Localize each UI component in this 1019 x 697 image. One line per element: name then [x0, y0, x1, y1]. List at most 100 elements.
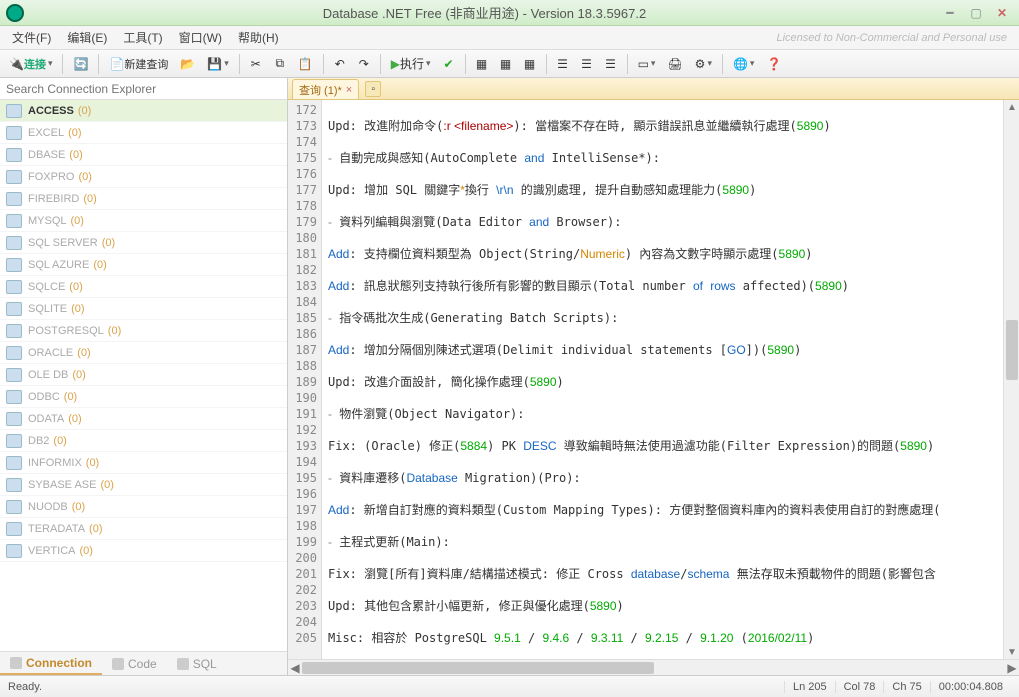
help-icon: ❓: [766, 57, 781, 71]
close-tab-icon[interactable]: ×: [346, 84, 352, 96]
sql-icon: [177, 658, 189, 670]
connection-list: ACCESS(0)EXCEL(0)DBASE(0)FOXPRO(0)FIREBI…: [0, 100, 287, 651]
globe-icon: 🌐: [733, 57, 748, 71]
cut-button[interactable]: ✂: [245, 53, 267, 75]
redo-button[interactable]: ↷: [353, 53, 375, 75]
close-button[interactable]: ✕: [991, 4, 1013, 22]
vertical-scrollbar[interactable]: ▲ ▼: [1003, 100, 1019, 659]
horizontal-scrollbar[interactable]: ◀ ▶: [288, 659, 1019, 675]
scroll-thumb[interactable]: [1006, 320, 1018, 380]
editor-tab-query1[interactable]: 查询 (1)*×: [292, 79, 359, 99]
open-button[interactable]: 📂: [175, 53, 200, 75]
undo-button[interactable]: ↶: [329, 53, 351, 75]
editor-pane: 查询 (1)*× ▫ 172 173 174 175 176 177 178 1…: [288, 78, 1019, 675]
connection-item-dbase[interactable]: DBASE(0): [0, 144, 287, 166]
menu-window[interactable]: 窗口(W): [171, 27, 230, 48]
new-query-button[interactable]: 📄新建查询: [104, 53, 173, 75]
connection-item-postgresql[interactable]: POSTGRESQL(0): [0, 320, 287, 342]
undo-icon: ↶: [335, 57, 345, 71]
connection-item-oracle[interactable]: ORACLE(0): [0, 342, 287, 364]
db-type-icon: [6, 170, 22, 184]
connection-item-informix[interactable]: INFORMIX(0): [0, 452, 287, 474]
paste-button[interactable]: 📋: [293, 53, 318, 75]
help-button[interactable]: ❓: [761, 53, 786, 75]
grid2-button[interactable]: ▦: [495, 53, 517, 75]
menu-file[interactable]: 文件(F): [4, 27, 59, 48]
scroll-left-icon[interactable]: ◀: [288, 661, 302, 675]
execute-button[interactable]: ▶执行▾: [386, 53, 436, 75]
connection-item-foxpro[interactable]: FOXPRO(0): [0, 166, 287, 188]
dropdown-icon: ▾: [48, 58, 53, 69]
db-type-icon: [6, 104, 22, 118]
connection-item-excel[interactable]: EXCEL(0): [0, 122, 287, 144]
connection-item-db2[interactable]: DB2(0): [0, 430, 287, 452]
indent-icon: ☰: [557, 57, 568, 71]
connection-item-teradata[interactable]: TERADATA(0): [0, 518, 287, 540]
scroll-up-icon[interactable]: ▲: [1004, 100, 1019, 114]
connection-item-vertica[interactable]: VERTICA(0): [0, 540, 287, 562]
refresh-icon: 🔄: [73, 57, 88, 71]
connection-item-access[interactable]: ACCESS(0): [0, 100, 287, 122]
connection-item-ole-db[interactable]: OLE DB(0): [0, 364, 287, 386]
db-type-icon: [6, 368, 22, 382]
license-note: Licensed to Non-Commercial and Personal …: [776, 32, 1015, 44]
menubar: 文件(F) 编辑(E) 工具(T) 窗口(W) 帮助(H) Licensed t…: [0, 26, 1019, 50]
comment-button[interactable]: ☰: [600, 53, 622, 75]
db-type-icon: [6, 478, 22, 492]
redo-icon: ↷: [359, 57, 369, 71]
refresh-button[interactable]: 🔄: [68, 53, 93, 75]
gear-button[interactable]: ⚙▾: [690, 53, 717, 75]
connection-item-sqlite[interactable]: SQLITE(0): [0, 298, 287, 320]
connection-item-mysql[interactable]: MYSQL(0): [0, 210, 287, 232]
gear-icon: ⚙: [695, 57, 706, 71]
maximize-button[interactable]: ▢: [965, 4, 987, 22]
search-input[interactable]: [0, 78, 287, 99]
db-type-icon: [6, 236, 22, 250]
menu-edit[interactable]: 编辑(E): [59, 27, 115, 48]
hscroll-thumb[interactable]: [302, 662, 654, 674]
tab-sql[interactable]: SQL: [167, 652, 227, 675]
grid-icon: ▦: [500, 57, 511, 71]
check-button[interactable]: ✔: [438, 53, 460, 75]
connection-item-sql-azure[interactable]: SQL AZURE(0): [0, 254, 287, 276]
db-type-icon: [6, 456, 22, 470]
code-area[interactable]: Upd: 改進附加命令(:r <filename>): 當檔案不存在時, 顯示錯…: [322, 100, 1003, 659]
play-icon: ▶: [391, 57, 400, 71]
grid3-button[interactable]: ▦: [519, 53, 541, 75]
db-type-icon: [6, 126, 22, 140]
code-icon: [112, 658, 124, 670]
connection-item-sybase-ase[interactable]: SYBASE ASE(0): [0, 474, 287, 496]
scroll-down-icon[interactable]: ▼: [1004, 645, 1019, 659]
folder-icon: ▫: [371, 84, 375, 95]
menu-help[interactable]: 帮助(H): [230, 27, 287, 48]
db-type-icon: [6, 258, 22, 272]
connection-explorer: ACCESS(0)EXCEL(0)DBASE(0)FOXPRO(0)FIREBI…: [0, 78, 288, 675]
tab-connection[interactable]: Connection: [0, 652, 102, 675]
db-type-icon: [6, 390, 22, 404]
connection-item-nuodb[interactable]: NUODB(0): [0, 496, 287, 518]
outdent-button[interactable]: ☰: [576, 53, 598, 75]
globe-button[interactable]: 🌐▾: [728, 53, 759, 75]
indent-button[interactable]: ☰: [552, 53, 574, 75]
doc-icon: 📄: [109, 57, 124, 71]
menu-tool[interactable]: 工具(T): [115, 27, 170, 48]
save-button[interactable]: 💾▾: [202, 53, 233, 75]
connect-button[interactable]: 🔌连接▾: [4, 53, 57, 75]
diagram-button[interactable]: ▭▾: [633, 53, 661, 75]
copy-button[interactable]: ⧉: [269, 53, 291, 75]
new-tab-button[interactable]: ▫: [365, 81, 381, 97]
scroll-right-icon[interactable]: ▶: [1005, 661, 1019, 675]
tab-code[interactable]: Code: [102, 652, 167, 675]
connection-item-odbc[interactable]: ODBC(0): [0, 386, 287, 408]
printer-icon: 🖨: [667, 57, 682, 71]
connection-item-firebird[interactable]: FIREBIRD(0): [0, 188, 287, 210]
connection-item-odata[interactable]: ODATA(0): [0, 408, 287, 430]
connection-item-sql-server[interactable]: SQL SERVER(0): [0, 232, 287, 254]
print-button[interactable]: 🖨: [662, 53, 687, 75]
db-type-icon: [6, 522, 22, 536]
grid1-button[interactable]: ▦: [471, 53, 493, 75]
statusbar: Ready. Ln 205 Col 78 Ch 75 00:00:04.808: [0, 675, 1019, 697]
connection-item-sqlce[interactable]: SQLCE(0): [0, 276, 287, 298]
minimize-button[interactable]: ━: [939, 4, 961, 22]
copy-icon: ⧉: [276, 56, 285, 71]
